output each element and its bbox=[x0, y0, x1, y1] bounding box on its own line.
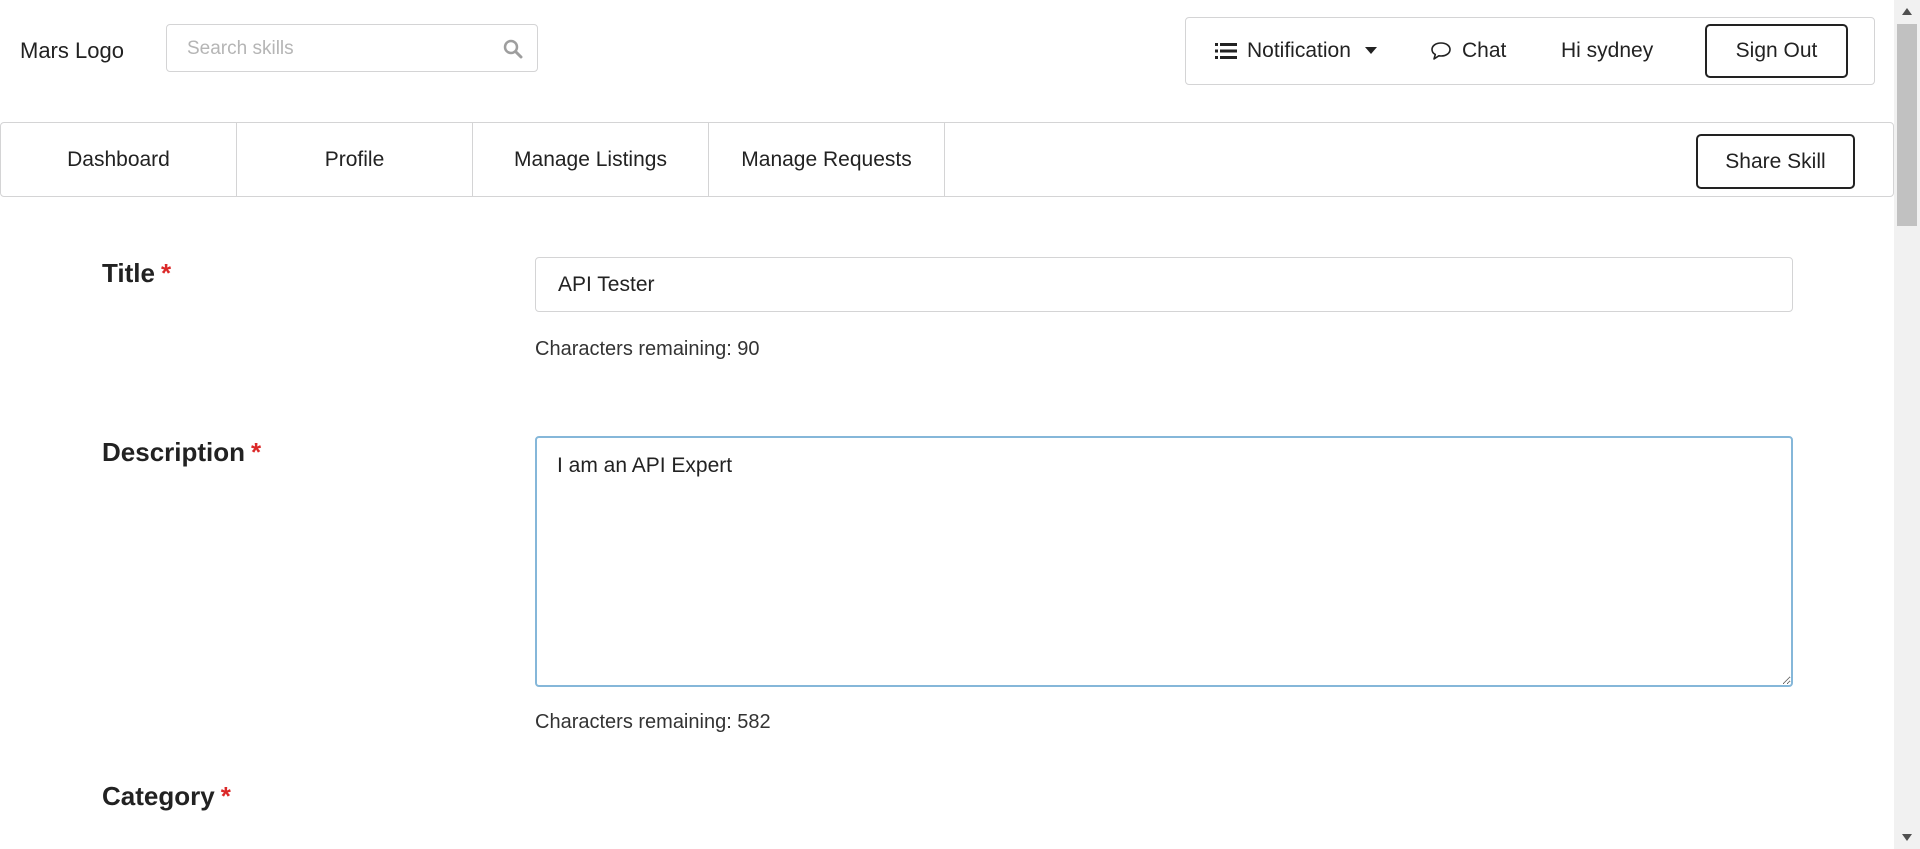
chat-link[interactable]: Chat bbox=[1430, 18, 1506, 84]
title-input[interactable] bbox=[535, 257, 1793, 312]
list-icon bbox=[1215, 43, 1237, 59]
vertical-scrollbar[interactable] bbox=[1894, 0, 1920, 849]
scroll-down-arrow-icon[interactable] bbox=[1902, 834, 1912, 841]
user-menu: Notification Chat Hi sydney Sign Out bbox=[1185, 17, 1875, 85]
user-greeting: Hi sydney bbox=[1561, 39, 1654, 62]
chat-label: Chat bbox=[1462, 39, 1507, 62]
tab-dashboard[interactable]: Dashboard bbox=[1, 123, 237, 196]
chat-icon bbox=[1431, 42, 1451, 60]
category-label: Category * bbox=[102, 781, 231, 812]
category-label-text: Category bbox=[102, 781, 215, 811]
title-label: Title * bbox=[102, 258, 171, 289]
main-nav: Dashboard Profile Manage Listings Manage… bbox=[0, 122, 1894, 197]
scroll-thumb[interactable] bbox=[1897, 24, 1917, 226]
tab-profile[interactable]: Profile bbox=[237, 123, 473, 196]
sign-out-button[interactable]: Sign Out bbox=[1705, 24, 1848, 78]
description-label-text: Description bbox=[102, 437, 246, 467]
required-marker: * bbox=[160, 258, 172, 288]
search-box bbox=[166, 24, 538, 73]
mars-logo[interactable]: Mars Logo bbox=[20, 38, 124, 64]
notification-label: Notification bbox=[1247, 39, 1351, 62]
caret-down-icon bbox=[1364, 47, 1377, 54]
required-marker: * bbox=[220, 781, 231, 811]
description-textarea[interactable]: I am an API Expert bbox=[535, 436, 1793, 687]
required-marker: * bbox=[251, 437, 262, 467]
title-char-counter: Characters remaining: 90 bbox=[535, 338, 760, 360]
share-skill-button[interactable]: Share Skill bbox=[1696, 134, 1855, 189]
tab-manage-requests[interactable]: Manage Requests bbox=[709, 123, 945, 196]
tab-manage-listings[interactable]: Manage Listings bbox=[473, 123, 709, 196]
title-label-text: Title bbox=[102, 258, 155, 288]
description-char-counter: Characters remaining: 582 bbox=[535, 711, 771, 733]
page: Mars Logo Notification bbox=[0, 0, 1920, 849]
search-input[interactable] bbox=[185, 25, 489, 73]
search-icon[interactable] bbox=[503, 39, 523, 59]
scroll-up-arrow-icon[interactable] bbox=[1902, 8, 1912, 15]
notification-dropdown[interactable]: Notification bbox=[1215, 18, 1377, 84]
description-label: Description * bbox=[102, 437, 261, 468]
